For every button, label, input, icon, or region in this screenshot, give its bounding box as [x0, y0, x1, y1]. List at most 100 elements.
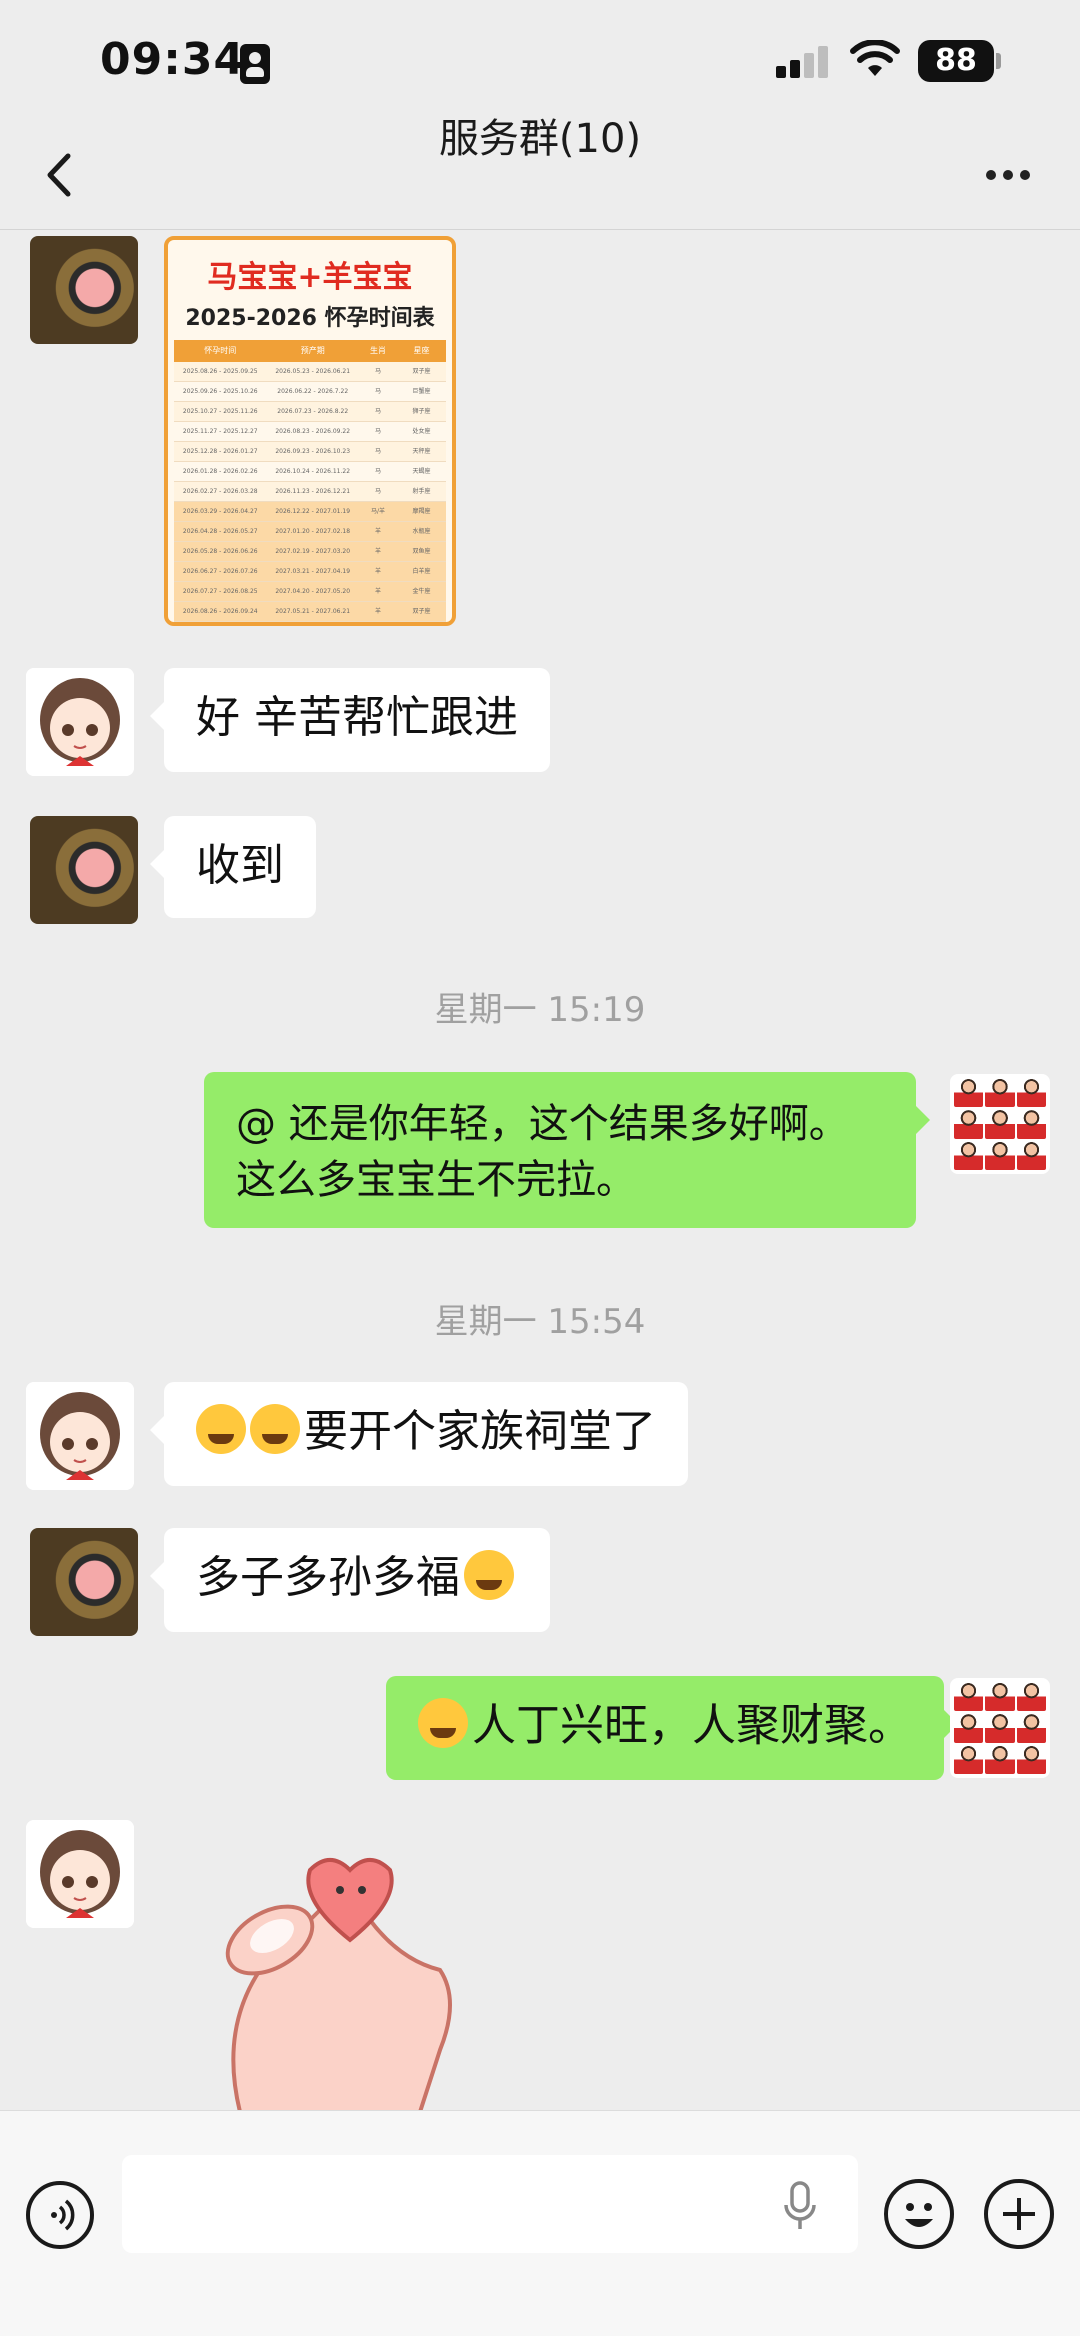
message-bubble[interactable]: 好 辛苦帮忙跟进: [150, 668, 550, 772]
wifi-icon: [850, 40, 900, 76]
table-cell: 双子座: [412, 608, 431, 615]
table-cell: 2026.02.27 - 2026.03.28: [182, 488, 258, 495]
table-cell: 羊: [374, 528, 381, 535]
table-cell: 马: [374, 368, 381, 375]
grinning-emoji-icon: [464, 1550, 514, 1600]
own-message-bubble[interactable]: 人丁兴旺，人聚财聚。: [386, 1676, 958, 1780]
table-cell: 2026.09.23 - 2026.10.23: [275, 448, 351, 455]
table-row: 2026.08.26 - 2026.09.24 2027.05.21 - 2027…: [174, 602, 446, 622]
message-bubble[interactable]: 收到: [150, 816, 316, 918]
table-cell: 白羊座: [412, 568, 431, 575]
table-cell: 2026.01.28 - 2026.02.26: [182, 468, 258, 475]
avatar-monkey[interactable]: [30, 236, 138, 344]
avatar-kids[interactable]: [950, 1074, 1050, 1174]
avatar-girl[interactable]: [26, 668, 134, 776]
pregnancy-table-image[interactable]: 马宝宝+羊宝宝 2025-2026 怀孕时间表 怀孕时间 预产期 生肖 星座 2…: [164, 236, 456, 626]
table-row: 2026.02.27 - 2026.03.28 2026.11.23 - 2026…: [174, 482, 446, 502]
table-row: 2025.09.26 - 2025.10.26 2026.06.22 - 2026…: [174, 382, 446, 402]
table-cell: 羊: [374, 568, 381, 575]
table-image-title: 马宝宝+羊宝宝: [207, 260, 413, 295]
chat-header: 服务群(10): [0, 100, 1080, 230]
table-cell: 2027.02.19 - 2027.03.20: [275, 548, 351, 555]
table-cell: 巨蟹座: [412, 388, 431, 395]
table-row: 2026.06.27 - 2026.07.26 2027.03.21 - 2027…: [174, 562, 446, 582]
table-cell: 2027.03.21 - 2027.04.19: [275, 568, 351, 575]
avatar-monkey[interactable]: [30, 1528, 138, 1636]
battery-tip: [996, 53, 1001, 69]
chat-title: 服务群(10): [438, 116, 642, 162]
table-cell: 2026.06.22 - 2026.7.22: [277, 388, 349, 395]
table-cell: 2026.07.27 - 2026.08.25: [182, 588, 258, 595]
message-text: 人丁兴旺，人聚财聚。: [472, 1700, 912, 1751]
table-cell: 2026.05.23 - 2026.06.21: [275, 368, 351, 375]
message-bubble[interactable]: 要开个家族祠堂了: [150, 1382, 688, 1486]
tears-of-joy-emoji-icon: [196, 1404, 246, 1454]
table-cell: 摩羯座: [412, 508, 431, 515]
own-message-bubble[interactable]: @ 还是你年轻，这个结果多好啊。这么多宝宝生不完拉。: [204, 1072, 930, 1228]
table-cell: 金牛座: [412, 588, 431, 595]
message-text: 要开个家族祠堂了: [304, 1406, 656, 1457]
more-icon[interactable]: [978, 160, 1038, 190]
table-row: 2026.03.29 - 2026.04.27 2026.12.22 - 2027…: [174, 502, 446, 522]
table-cell: 2026.04.28 - 2026.05.27: [182, 528, 258, 535]
girl-avatar-art: [26, 1382, 134, 1490]
table-cell: 马: [374, 388, 381, 395]
table-cell: 2026.05.28 - 2026.06.26: [182, 548, 258, 555]
table-cell: 2027.05.21 - 2027.06.21: [275, 608, 351, 615]
table-cell: 马: [374, 408, 381, 415]
table-cell: 双鱼座: [412, 548, 431, 555]
emoji-icon[interactable]: [884, 2179, 954, 2249]
table-cell: 水瓶座: [412, 528, 431, 535]
table-cell: 2026.10.24 - 2026.11.22: [275, 468, 351, 475]
table-cell: 狮子座: [412, 408, 431, 415]
status-time: 09:34: [100, 34, 246, 85]
table-cell: 2027.01.20 - 2027.02.18: [275, 528, 351, 535]
table-cell: 马: [374, 428, 381, 435]
thinking-emoji-icon: [418, 1698, 468, 1748]
message-text: 多子多孙多福: [196, 1552, 460, 1603]
table-row: 2026.01.28 - 2026.02.26 2026.10.24 - 2026…: [174, 462, 446, 482]
status-bar: 09:34 88: [0, 0, 1080, 110]
voice-icon[interactable]: [26, 2181, 94, 2249]
plus-icon[interactable]: [984, 2179, 1054, 2249]
tears-of-joy-emoji-icon: [250, 1404, 300, 1454]
table-cell: 2027.04.20 - 2027.05.20: [275, 588, 351, 595]
table-row: 2026.05.28 - 2026.06.26 2027.02.19 - 2027…: [174, 542, 446, 562]
table-cell: 羊: [374, 608, 381, 615]
table-row: 2026.07.27 - 2026.08.25 2027.04.20 - 2027…: [174, 582, 446, 602]
sim-card-icon: [240, 44, 270, 84]
table-cell: 2025.08.26 - 2025.09.25: [182, 368, 258, 375]
table-cell: 马: [374, 468, 381, 475]
cellular-signal-icon: [776, 46, 832, 78]
message-input[interactable]: [122, 2155, 858, 2253]
table-row: 2025.10.27 - 2025.11.26 2026.07.23 - 2026…: [174, 402, 446, 422]
avatar-monkey[interactable]: [30, 816, 138, 924]
table-cell: 马: [374, 448, 381, 455]
girl-avatar-art: [26, 668, 134, 776]
girl-avatar-art: [26, 1820, 134, 1928]
table-row: 2025.11.27 - 2025.12.27 2026.08.23 - 2026…: [174, 422, 446, 442]
message-bubble[interactable]: 多子多孙多福: [150, 1528, 550, 1632]
battery-indicator: 88: [918, 40, 994, 82]
table-cell: 2026.08.23 - 2026.09.22: [275, 428, 351, 435]
table-cell: 羊: [374, 588, 381, 595]
avatar-girl[interactable]: [26, 1382, 134, 1490]
table-cell: 处女座: [412, 428, 431, 435]
message-text: 收到: [196, 840, 284, 891]
table-image-subtitle: 2025-2026 怀孕时间表: [185, 306, 435, 331]
table-cell: 2026.12.22 - 2027.01.19: [275, 508, 351, 515]
timestamp: 星期一 15:19: [434, 990, 646, 1030]
table-cell: 天秤座: [412, 448, 431, 455]
table-row: 2025.08.26 - 2025.09.25 2026.05.23 - 2026…: [174, 362, 446, 382]
avatar-kids[interactable]: [950, 1678, 1050, 1778]
table-cell: 马: [374, 488, 381, 495]
thumbs-up-heart-sticker[interactable]: [200, 1850, 460, 2112]
table-row: 2025.12.28 - 2026.01.27 2026.09.23 - 2026…: [174, 442, 446, 462]
input-bar: [0, 2110, 1080, 2336]
table-cell: 2026.08.26 - 2026.09.24: [182, 608, 258, 615]
avatar-girl[interactable]: [26, 1820, 134, 1928]
mic-icon[interactable]: [780, 2181, 820, 2231]
timestamp: 星期一 15:54: [434, 1302, 646, 1342]
table-header: 怀孕时间 预产期 生肖 星座: [174, 340, 446, 362]
table-cell: 2025.09.26 - 2025.10.26: [182, 388, 258, 395]
